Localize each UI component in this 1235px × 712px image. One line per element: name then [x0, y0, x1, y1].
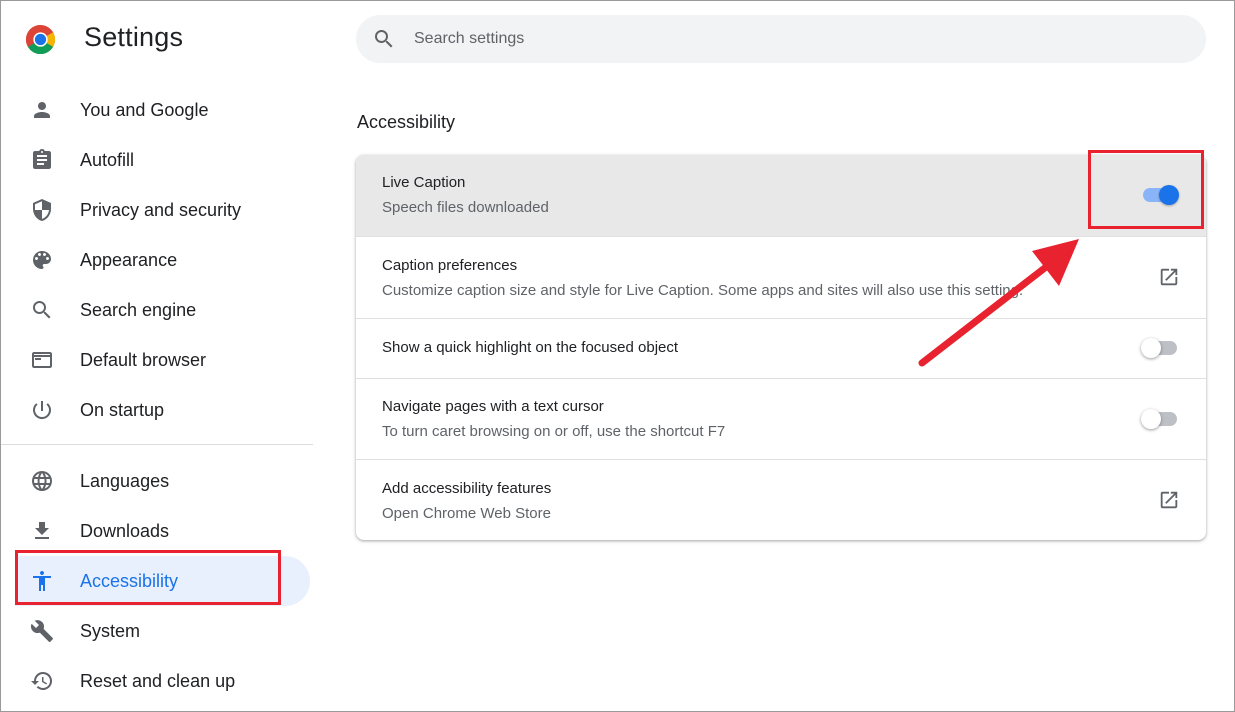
live-caption-row[interactable]: Live Caption Speech files downloaded — [356, 155, 1206, 236]
sidebar-item-label: Default browser — [80, 349, 207, 370]
sidebar-item-appearance[interactable]: Appearance — [1, 235, 310, 285]
wrench-icon — [30, 619, 54, 643]
history-icon — [30, 669, 54, 693]
chrome-logo-icon — [25, 24, 56, 55]
globe-icon — [30, 469, 54, 493]
person-icon — [30, 98, 54, 122]
clipboard-icon — [30, 148, 54, 172]
annotation-box-accessibility — [15, 550, 281, 605]
annotation-box-live-caption-toggle — [1088, 150, 1204, 229]
row-subtitle: Open Chrome Web Store — [382, 505, 551, 522]
sidebar-item-label: Languages — [80, 470, 170, 491]
row-title: Navigate pages with a text cursor — [382, 398, 604, 415]
row-title: Add accessibility features — [382, 480, 552, 497]
sidebar-item-label: Autofill — [80, 149, 135, 170]
row-subtitle: Speech files downloaded — [382, 199, 549, 216]
row-subtitle: Customize caption size and style for Liv… — [382, 282, 1024, 299]
sidebar-item-label: Appearance — [80, 249, 178, 270]
sidebar-item-label: Search engine — [80, 299, 197, 320]
focus-highlight-row[interactable]: Show a quick highlight on the focused ob… — [356, 318, 1206, 378]
sidebar-item-on-startup[interactable]: On startup — [1, 385, 310, 435]
caret-browsing-row[interactable]: Navigate pages with a text cursor To tur… — [356, 378, 1206, 459]
search-icon — [30, 298, 54, 322]
row-title: Caption preferences — [382, 257, 518, 274]
search-bar[interactable] — [356, 15, 1206, 63]
page-title: Settings — [84, 22, 184, 52]
accessibility-settings-card: Live Caption Speech files downloaded Cap… — [356, 155, 1206, 540]
sidebar-item-label: Reset and clean up — [80, 670, 236, 691]
sidebar-item-downloads[interactable]: Downloads — [1, 506, 310, 556]
search-input[interactable] — [414, 27, 1174, 51]
sidebar-item-you-and-google[interactable]: You and Google — [1, 85, 310, 135]
row-title: Live Caption — [382, 174, 466, 191]
sidebar-item-label: Privacy and security — [80, 199, 242, 220]
palette-icon — [30, 248, 54, 272]
sidebar-item-reset-and-clean-up[interactable]: Reset and clean up — [1, 656, 310, 706]
sidebar-divider — [1, 444, 313, 445]
sidebar-item-label: System — [80, 620, 141, 641]
power-icon — [30, 398, 54, 422]
toggle-knob — [1141, 338, 1161, 358]
sidebar-item-system[interactable]: System — [1, 606, 310, 656]
sidebar-item-label: On startup — [80, 399, 165, 420]
sidebar-item-default-browser[interactable]: Default browser — [1, 335, 310, 385]
search-icon — [372, 27, 396, 51]
sidebar-item-autofill[interactable]: Autofill — [1, 135, 310, 185]
sidebar-item-label: Downloads — [80, 520, 170, 541]
focus-highlight-toggle[interactable] — [1141, 337, 1179, 359]
open-in-new-icon[interactable] — [1158, 489, 1180, 511]
caption-preferences-row[interactable]: Caption preferences Customize caption si… — [356, 236, 1206, 318]
row-subtitle: To turn caret browsing on or off, use th… — [382, 423, 726, 440]
sidebar-item-search-engine[interactable]: Search engine — [1, 285, 310, 335]
sidebar-item-label: You and Google — [80, 99, 209, 120]
browser-window-icon — [30, 348, 54, 372]
sidebar-item-languages[interactable]: Languages — [1, 456, 310, 506]
open-in-new-icon[interactable] — [1158, 266, 1180, 288]
caret-browsing-toggle[interactable] — [1141, 408, 1179, 430]
section-title: Accessibility — [357, 112, 456, 132]
toggle-knob — [1141, 409, 1161, 429]
shield-icon — [30, 198, 54, 222]
download-icon — [30, 519, 54, 543]
row-title: Show a quick highlight on the focused ob… — [382, 339, 679, 356]
sidebar-item-privacy-and-security[interactable]: Privacy and security — [1, 185, 310, 235]
add-accessibility-features-row[interactable]: Add accessibility features Open Chrome W… — [356, 459, 1206, 540]
